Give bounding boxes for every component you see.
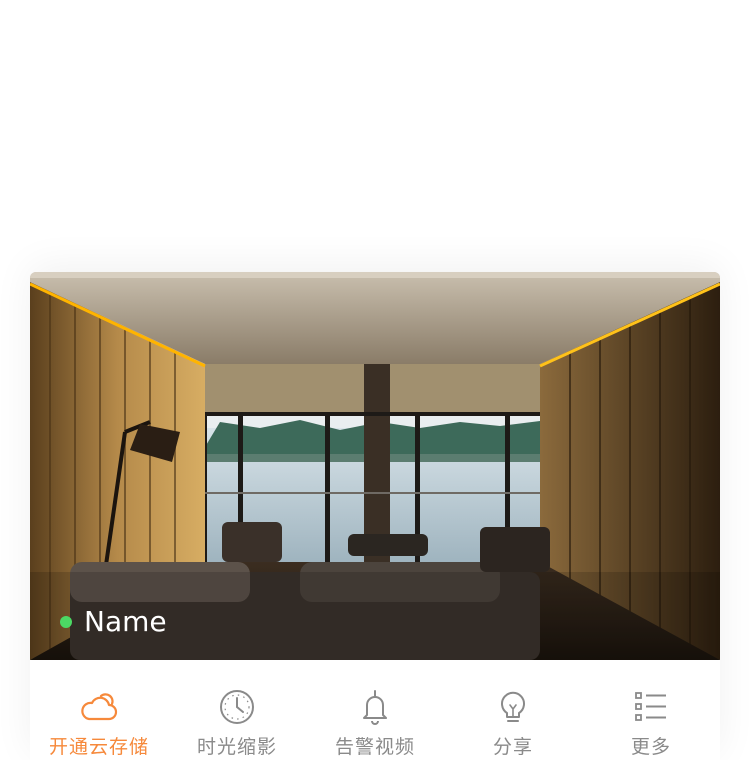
- share-button[interactable]: 分享: [444, 660, 582, 760]
- lightbulb-icon: [493, 687, 533, 727]
- timelapse-label: 时光缩影: [196, 736, 277, 758]
- cloud-storage-label: 开通云存储: [48, 736, 149, 758]
- top-blank-area: [0, 0, 750, 200]
- cloud-storage-button[interactable]: 开通云存储: [30, 660, 168, 760]
- clock-icon: [217, 687, 257, 727]
- more-button[interactable]: 更多: [582, 660, 720, 760]
- timelapse-button[interactable]: 时光缩影: [168, 660, 306, 760]
- share-label: 分享: [492, 736, 533, 758]
- camera-preview-image[interactable]: Name: [30, 272, 720, 660]
- alert-video-button[interactable]: 告警视频: [306, 660, 444, 760]
- action-bar: 开通云存储 时光缩影 告警视频 分享 更多: [30, 660, 720, 760]
- list-icon: [631, 687, 671, 727]
- device-name-overlay: Name: [60, 606, 167, 638]
- device-name: Name: [84, 605, 167, 638]
- cloud-icon: [79, 687, 119, 727]
- alert-video-label: 告警视频: [334, 736, 415, 758]
- camera-card[interactable]: Name 开通云存储 时光缩影 告警视频 分享 更多: [30, 272, 720, 760]
- online-status-dot: [60, 616, 72, 628]
- bell-icon: [355, 687, 395, 727]
- more-label: 更多: [630, 736, 671, 758]
